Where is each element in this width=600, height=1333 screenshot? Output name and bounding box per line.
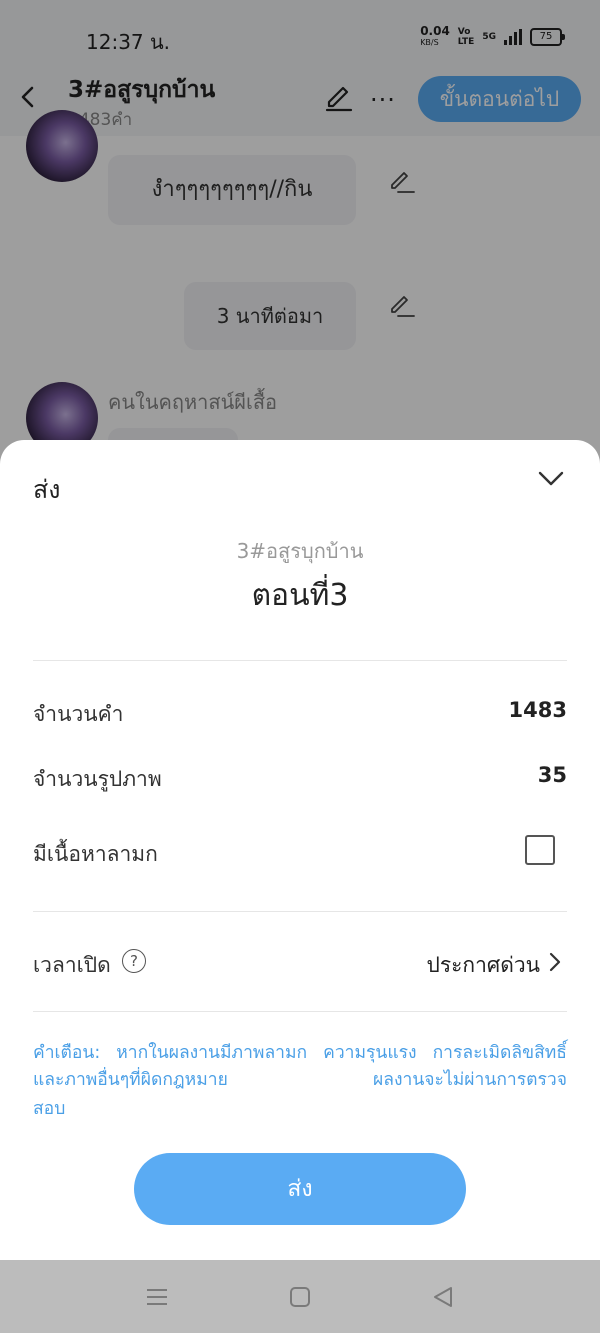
- book-name: 3#อสูรบุกบ้าน: [236, 539, 364, 563]
- home-icon[interactable]: [287, 1284, 313, 1310]
- word-count-label: จำนวนคำ: [33, 702, 124, 726]
- divider: [33, 1011, 567, 1012]
- submit-sheet: ส่ง 3#อสูรบุกบ้าน ตอนที่3 จำนวนคำ 1483 จ…: [0, 440, 600, 1260]
- chevron-right-icon[interactable]: [545, 950, 565, 974]
- word-count-value: 1483: [508, 698, 567, 722]
- warning-text-end: สอบ: [33, 1099, 66, 1119]
- send-button[interactable]: ส่ง: [134, 1153, 466, 1225]
- publish-time-value[interactable]: ประกาศด่วน: [426, 949, 540, 982]
- publish-time-label: เวลาเปิด: [33, 953, 111, 977]
- chevron-down-icon[interactable]: [536, 466, 566, 490]
- system-nav-bar: [0, 1260, 600, 1333]
- divider: [33, 660, 567, 661]
- image-count-label: จำนวนรูปภาพ: [33, 767, 162, 791]
- sheet-title: ส่ง: [33, 475, 61, 504]
- warning-text: คำเตือน: หากในผลงานมีภาพลามก ความรุนแรง …: [33, 1043, 567, 1090]
- back-triangle-icon[interactable]: [430, 1284, 456, 1310]
- image-count-value: 35: [537, 763, 567, 787]
- divider: [33, 911, 567, 912]
- chapter-name: ตอนที่3: [251, 578, 349, 613]
- menu-icon[interactable]: [144, 1284, 170, 1310]
- adult-content-checkbox[interactable]: [525, 835, 555, 865]
- help-icon[interactable]: ?: [122, 949, 146, 973]
- adult-content-label: มีเนื้อหาลามก: [33, 842, 158, 866]
